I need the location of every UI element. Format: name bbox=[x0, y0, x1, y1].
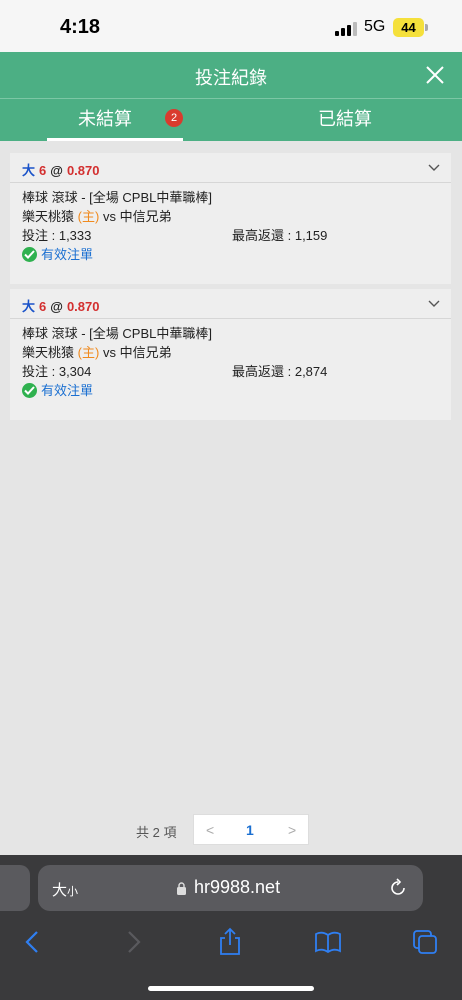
home-team: 樂天桃猿 bbox=[22, 345, 75, 360]
bet-match: 樂天桃猿 (主) vs 中信兄弟 bbox=[22, 343, 439, 362]
away-team: 中信兄弟 bbox=[119, 345, 172, 360]
browser-toolbar bbox=[0, 927, 462, 967]
tab-settled[interactable]: 已結算 bbox=[300, 99, 390, 141]
next-page-button[interactable]: > bbox=[288, 822, 296, 838]
home-tag: (主) bbox=[77, 209, 100, 224]
bet-card-body: 棒球 滾球 - [全場 CPBL中華職棒] 樂天桃猿 (主) vs 中信兄弟 投… bbox=[10, 183, 451, 272]
forward-icon[interactable] bbox=[118, 927, 148, 957]
back-icon[interactable] bbox=[18, 927, 48, 957]
bet-status-label: 有效注單 bbox=[41, 247, 94, 262]
at-symbol: @ bbox=[50, 163, 63, 178]
bet-status: 有效注單 bbox=[22, 245, 439, 264]
reload-icon[interactable] bbox=[387, 877, 409, 899]
bet-amounts: 投注 : 1,333 最高返還 : 1,159 bbox=[22, 226, 439, 245]
bet-line: 6 bbox=[39, 163, 47, 178]
bookmarks-icon[interactable] bbox=[313, 927, 343, 957]
vs-text: vs bbox=[102, 345, 116, 360]
bet-card-body: 棒球 滾球 - [全場 CPBL中華職棒] 樂天桃猿 (主) vs 中信兄弟 投… bbox=[10, 319, 451, 408]
bet-selection: 大 6 @0.870 bbox=[22, 296, 99, 315]
bet-stake: 投注 : 1,333 bbox=[22, 228, 92, 243]
bet-stake: 投注 : 3,304 bbox=[22, 364, 92, 379]
bet-max-return: 最高返還 : 2,874 bbox=[232, 364, 328, 379]
page-title: 投注紀錄 bbox=[195, 68, 267, 88]
home-indicator bbox=[148, 986, 314, 991]
bet-status-label: 有效注單 bbox=[41, 383, 94, 398]
home-tag: (主) bbox=[77, 345, 100, 360]
signal-icon bbox=[335, 22, 357, 36]
text-size-label: 大 bbox=[52, 882, 68, 899]
text-size-button[interactable]: 大小 bbox=[52, 879, 78, 900]
prev-page-button[interactable]: < bbox=[206, 822, 214, 838]
bet-market: 棒球 滾球 - [全場 CPBL中華職棒] bbox=[22, 326, 212, 341]
bet-match: 樂天桃猿 (主) vs 中信兄弟 bbox=[22, 207, 439, 226]
bet-card-header[interactable]: 大 6 @0.870 bbox=[10, 153, 451, 183]
bet-status: 有效注單 bbox=[22, 381, 439, 400]
close-icon[interactable] bbox=[420, 60, 450, 90]
bet-amounts: 投注 : 3,304 最高返還 : 2,874 bbox=[22, 362, 439, 381]
network-type: 5G bbox=[364, 18, 386, 35]
battery-tip bbox=[425, 24, 428, 31]
bet-card: 大 6 @0.870 棒球 滾球 - [全場 CPBL中華職棒] 樂天桃猿 (主) … bbox=[10, 153, 451, 284]
bet-side: 大 bbox=[22, 163, 36, 178]
check-circle-icon bbox=[22, 247, 37, 262]
tab-unsettled[interactable]: 未結算 2 bbox=[47, 99, 183, 141]
status-bar: 4:18 5G 44 bbox=[0, 0, 462, 52]
bet-market: 棒球 滾球 - [全場 CPBL中華職棒] bbox=[22, 190, 212, 205]
text-size-small-label: 小 bbox=[67, 886, 79, 898]
bet-selection: 大 6 @0.870 bbox=[22, 160, 99, 179]
bet-card: 大 6 @0.870 棒球 滾球 - [全場 CPBL中華職棒] 樂天桃猿 (主) … bbox=[10, 289, 451, 420]
tab-unsettled-label: 未結算 bbox=[78, 109, 132, 129]
tab-bar: 未結算 2 已結算 bbox=[0, 98, 462, 141]
lock-icon bbox=[177, 882, 186, 895]
share-icon[interactable] bbox=[215, 927, 245, 957]
status-time: 4:18 bbox=[60, 16, 101, 38]
bet-max-return: 最高返還 : 1,159 bbox=[232, 228, 328, 243]
bet-line: 6 bbox=[39, 299, 47, 314]
check-circle-icon bbox=[22, 383, 37, 398]
bet-odds: 0.870 bbox=[66, 163, 100, 178]
count-badge: 2 bbox=[165, 109, 183, 127]
chevron-down-icon[interactable] bbox=[427, 297, 441, 311]
away-team: 中信兄弟 bbox=[119, 209, 172, 224]
app-header: 投注紀錄 bbox=[0, 52, 462, 98]
bet-card-header[interactable]: 大 6 @0.870 bbox=[10, 289, 451, 319]
tabs-icon[interactable] bbox=[410, 927, 440, 957]
pagination: 共 2 項 < 1 > bbox=[0, 814, 462, 846]
at-symbol: @ bbox=[50, 299, 63, 314]
page-1-button[interactable]: 1 bbox=[246, 822, 254, 838]
previous-tab-preview[interactable] bbox=[0, 865, 30, 911]
pagination-total: 共 2 項 bbox=[136, 825, 177, 840]
pagination-controls: < 1 > bbox=[193, 814, 309, 845]
bet-side: 大 bbox=[22, 299, 36, 314]
address-bar[interactable]: 大小 hr9988.net bbox=[38, 865, 423, 911]
battery-icon: 44 bbox=[393, 18, 424, 37]
url-text[interactable]: hr9988.net bbox=[194, 877, 280, 898]
chevron-down-icon[interactable] bbox=[427, 161, 441, 175]
browser-chrome: 大小 hr9988.net bbox=[0, 855, 462, 1000]
vs-text: vs bbox=[102, 209, 116, 224]
bet-odds: 0.870 bbox=[66, 299, 100, 314]
home-team: 樂天桃猿 bbox=[22, 209, 75, 224]
